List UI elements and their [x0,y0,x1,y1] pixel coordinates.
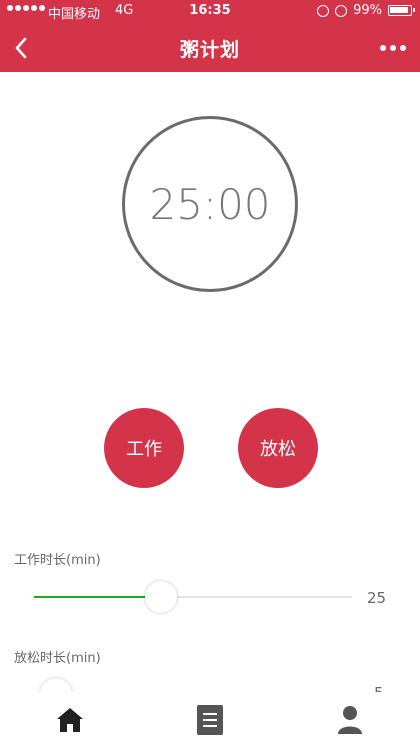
navigation-bar: 粥计划 [0,24,420,72]
more-dot [390,45,396,51]
tab-user[interactable] [280,692,420,747]
tab-list[interactable] [140,692,280,747]
more-dot [400,45,406,51]
header-bar: 中国移动 4G 16:35 99% 粥计划 [0,0,420,72]
slider-fill [34,596,162,598]
rest-button[interactable]: 放松 [238,408,318,488]
slider-thumb[interactable] [145,581,178,613]
user-icon [338,705,362,734]
alarm-icon [335,4,348,17]
work-button[interactable]: 工作 [104,408,184,488]
tab-bar [0,692,420,747]
status-bar: 中国移动 4G 16:35 99% [0,0,420,24]
battery-icon [388,5,415,16]
work-duration-value: 25 [367,589,387,607]
home-icon [57,707,83,732]
orientation-lock-icon [317,4,330,17]
work-duration-label: 工作时长(min) [14,553,101,568]
tab-home[interactable] [0,692,140,747]
status-right: 99% [317,3,415,18]
more-button[interactable] [376,34,410,62]
battery-percent: 99% [353,3,382,18]
timer-display: 25:00 [149,179,271,229]
list-icon [197,704,223,735]
page-title: 粥计划 [179,39,240,61]
timer-ring: 25:00 [122,116,298,292]
work-duration-slider[interactable] [34,581,352,613]
more-dots-icon [380,45,386,51]
rest-duration-label: 放松时长(min) [14,651,101,666]
